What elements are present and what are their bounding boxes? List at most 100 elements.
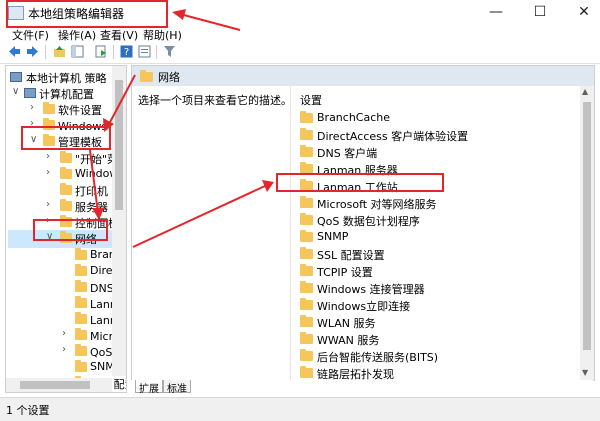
folder-icon — [43, 102, 55, 114]
content-vertical-scrollbar[interactable]: ▲ ▼ — [580, 86, 594, 380]
folder-icon — [300, 315, 313, 327]
content-scroll-thumb[interactable] — [583, 102, 591, 350]
list-item-label: WLAN 服务 — [317, 317, 376, 330]
folder-icon — [75, 360, 87, 372]
toolbar-separator — [45, 45, 46, 59]
chevron-right-icon[interactable]: › — [46, 199, 56, 210]
minimize-button[interactable]: — — [486, 3, 506, 21]
tree-item-label: 计算机配置 — [39, 88, 94, 101]
highlight-box-title — [6, 0, 168, 28]
computer-icon — [24, 88, 36, 98]
folder-icon — [60, 183, 72, 195]
chevron-right-icon[interactable]: › — [62, 344, 72, 355]
menu-file[interactable]: 文件(F) — [12, 27, 49, 43]
folder-icon — [75, 312, 87, 324]
description-text: 选择一个项目来查看它的描述。 — [138, 94, 292, 107]
folder-icon — [75, 280, 87, 292]
list-item-label: WWAN 服务 — [317, 334, 380, 347]
folder-icon — [300, 196, 313, 208]
chevron-down-icon[interactable]: ▼ — [582, 368, 588, 377]
list-item-label: BranchCache — [317, 111, 391, 124]
chevron-right-icon[interactable]: › — [46, 151, 56, 162]
list-item-label: Windows 连接管理器 — [317, 283, 425, 296]
status-text: 1 个设置 — [6, 404, 50, 417]
folder-icon — [60, 199, 72, 211]
folder-icon — [60, 167, 72, 179]
folder-icon — [75, 296, 87, 308]
toolbar-separator — [156, 45, 157, 59]
folder-icon — [300, 213, 313, 225]
list-item-label: DirectAccess 客户端体验设置 — [317, 130, 469, 143]
folder-icon — [300, 298, 313, 310]
computer-icon — [10, 72, 22, 82]
folder-icon — [60, 151, 72, 163]
folder-icon — [300, 349, 313, 361]
toolbar: ? — [0, 42, 600, 64]
menu-help[interactable]: 帮助(H) — [143, 27, 182, 43]
folder-icon — [75, 328, 87, 340]
properties-icon[interactable] — [138, 45, 151, 58]
folder-icon — [300, 332, 313, 344]
folder-icon — [75, 344, 87, 356]
chevron-right-icon[interactable]: › — [62, 328, 72, 339]
menu-bar: 文件(F) 操作(A) 查看(V) 帮助(H) — [0, 26, 600, 42]
folder-icon — [75, 248, 87, 260]
list-item-label: DNS 客户端 — [317, 147, 378, 160]
tree-vertical-scrollbar[interactable] — [112, 66, 126, 376]
menu-view[interactable]: 查看(V) — [100, 27, 138, 43]
folder-icon — [75, 264, 87, 276]
tree-item-label: 打印机 — [75, 185, 108, 198]
status-bar: 1 个设置 — [0, 397, 600, 421]
folder-icon — [300, 264, 313, 276]
help-icon[interactable]: ? — [120, 45, 133, 58]
tab-extended[interactable]: 扩展 — [135, 380, 163, 395]
tree-horizontal-scrollbar[interactable] — [6, 378, 112, 392]
chevron-up-icon[interactable]: ▲ — [582, 87, 588, 96]
content-header-title: 网络 — [158, 71, 180, 84]
column-divider — [290, 86, 291, 380]
show-hide-tree-icon[interactable] — [71, 45, 84, 58]
tree-item-label: 服务器 — [75, 201, 108, 214]
up-folder-icon[interactable] — [53, 45, 66, 58]
list-item-label: 链路层拓扑发现 — [317, 368, 394, 381]
highlight-box-lanman-workstation — [276, 173, 444, 192]
view-tabs: 扩展 标准 — [131, 380, 593, 395]
list-item-label: SSL 配置设置 — [317, 249, 385, 262]
forward-icon[interactable] — [26, 45, 39, 58]
list-item-label: TCPIP 设置 — [317, 266, 373, 279]
tree-scroll-thumb[interactable] — [115, 80, 123, 210]
filter-icon[interactable] — [163, 45, 176, 58]
folder-icon — [300, 111, 313, 123]
export-list-icon[interactable] — [94, 45, 107, 58]
list-item-label: QoS 数据包计划程序 — [317, 215, 420, 228]
close-button[interactable]: ✕ — [574, 3, 594, 21]
highlight-box-network — [33, 219, 108, 241]
list-item-label: Microsoft 对等网络服务 — [317, 198, 437, 211]
tree-item-label: 本地计算机 策略 — [26, 72, 107, 85]
content-pane: 网络 选择一个项目来查看它的描述。 设置 BranchCache DirectA… — [131, 65, 595, 381]
folder-icon — [300, 247, 313, 259]
list-item-label: SNMP — [317, 230, 349, 243]
chevron-down-icon[interactable]: ∨ — [12, 86, 22, 97]
chevron-right-icon[interactable]: › — [46, 167, 56, 178]
folder-icon — [300, 281, 313, 293]
list-item-label: 后台智能传送服务(BITS) — [317, 351, 439, 364]
maximize-button[interactable]: ☐ — [530, 3, 550, 21]
tree-item-label: 软件设置 — [58, 104, 102, 117]
folder-icon — [300, 366, 313, 378]
tree-hscroll-thumb[interactable] — [20, 381, 90, 389]
folder-icon — [300, 230, 313, 242]
folder-icon — [300, 145, 313, 157]
folder-icon — [140, 70, 153, 82]
back-icon[interactable] — [8, 45, 21, 58]
menu-action[interactable]: 操作(A) — [58, 27, 96, 43]
highlight-box-admin-templates — [21, 126, 111, 150]
content-header: 网络 — [132, 66, 594, 86]
chevron-right-icon[interactable]: › — [30, 102, 40, 113]
tab-standard[interactable]: 标准 — [163, 380, 191, 395]
list-item-label: Windows立即连接 — [317, 300, 411, 313]
column-header-settings[interactable]: 设置 — [300, 92, 322, 108]
toolbar-separator — [113, 45, 114, 59]
folder-icon — [300, 128, 313, 140]
svg-text:?: ? — [124, 47, 129, 58]
